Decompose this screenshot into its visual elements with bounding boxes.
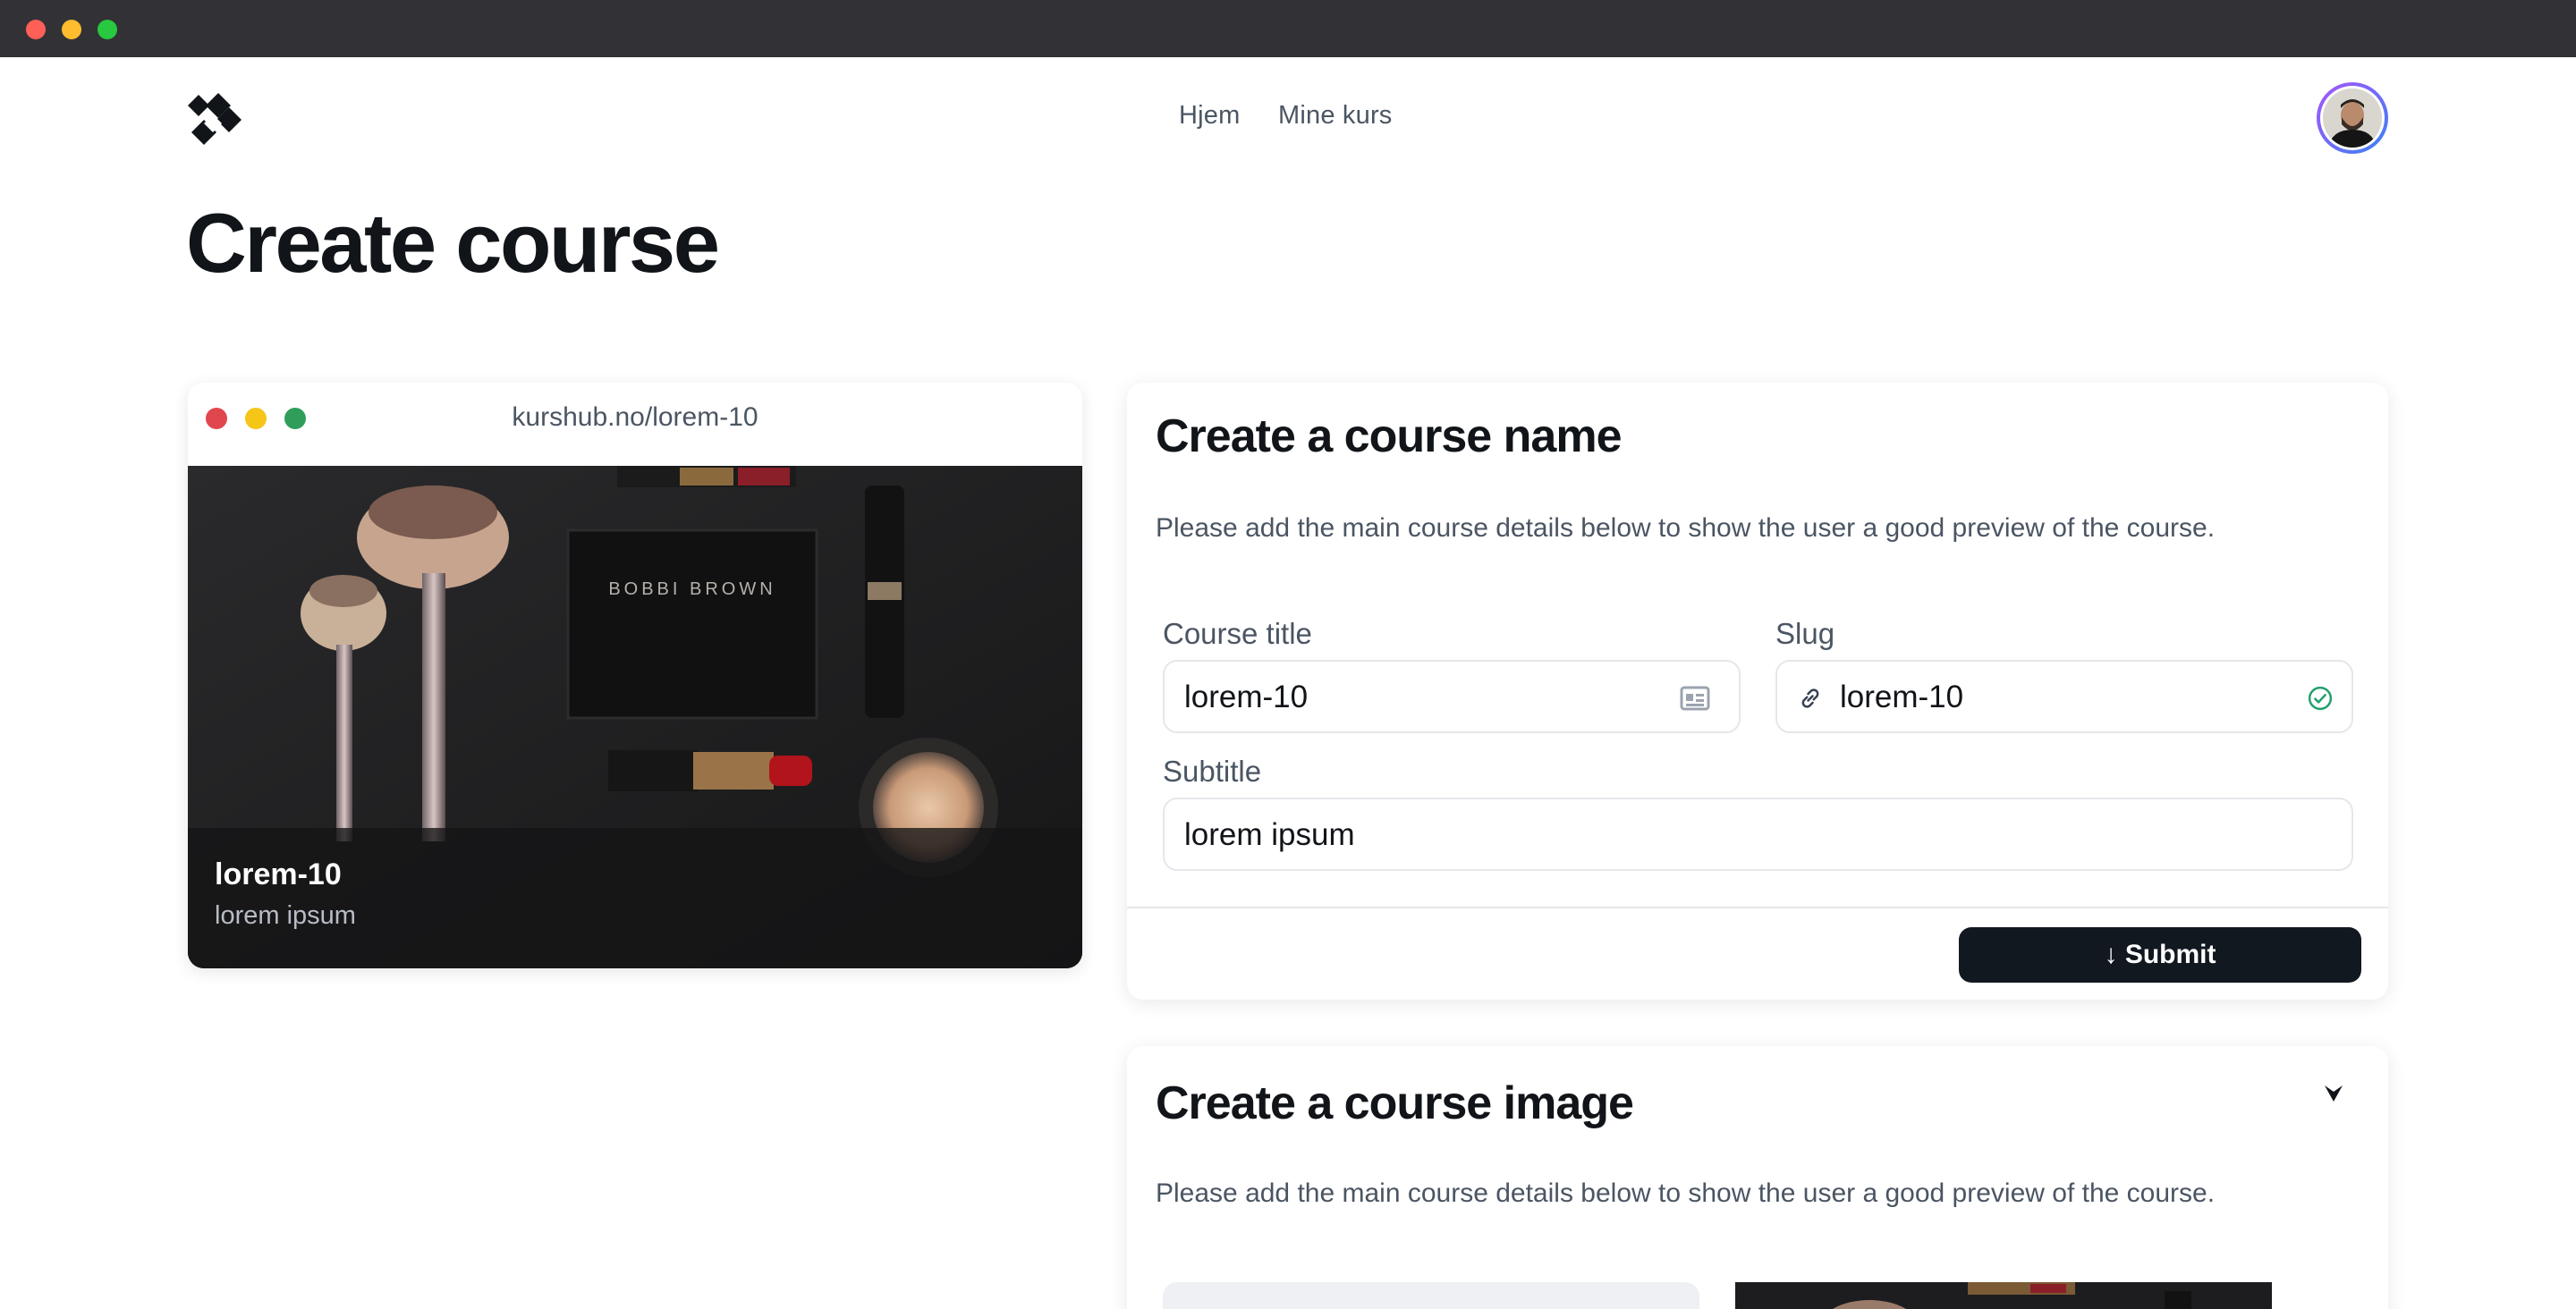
course-image-description: Please add the main course details below… — [1156, 1178, 2216, 1208]
nav-link-my-courses[interactable]: Mine kurs — [1278, 101, 1393, 131]
slug-input[interactable]: lorem-10 — [1775, 660, 2353, 733]
course-name-card: Create a course name Please add the main… — [1127, 383, 2388, 1000]
subtitle-input[interactable]: lorem ipsum — [1163, 798, 2353, 871]
check-circle-icon — [2308, 686, 2333, 711]
course-title-input[interactable]: lorem-10 — [1163, 660, 1741, 733]
avatar-photo — [2323, 89, 2382, 148]
subtitle-value: lorem ipsum — [1184, 817, 1355, 852]
card-footer-divider — [1127, 907, 2388, 908]
preview-title: lorem-10 — [215, 857, 342, 891]
slug-value: lorem-10 — [1840, 680, 1964, 714]
course-image-heading: Create a course image — [1156, 1077, 1634, 1129]
brand-logo-icon[interactable] — [186, 89, 247, 148]
preview-browser-bar: kurshub.no/lorem-10 — [188, 383, 1082, 466]
preview-url: kurshub.no/lorem-10 — [512, 402, 758, 432]
minimize-window-button[interactable] — [62, 20, 81, 39]
close-window-button[interactable] — [26, 20, 46, 39]
course-image-thumbnail — [1735, 1282, 2272, 1309]
submit-button[interactable]: ↓ Submit — [1959, 927, 2361, 983]
page-title: Create course — [186, 196, 720, 290]
course-name-description: Please add the main course details below… — [1156, 513, 2216, 543]
image-upload-area[interactable] — [1163, 1282, 1699, 1309]
course-title-label: Course title — [1163, 617, 1312, 650]
slug-label: Slug — [1775, 617, 1835, 650]
collapse-arrow-icon[interactable] — [2322, 1082, 2345, 1105]
course-image-card: Create a course image Please add the mai… — [1127, 1046, 2388, 1309]
svg-text:BOBBI BROWN: BOBBI BROWN — [608, 579, 775, 599]
preview-subtitle: lorem ipsum — [215, 901, 356, 930]
course-preview-card: kurshub.no/lorem-10 BOBBI BROWN lorem-10… — [188, 383, 1082, 968]
course-name-heading: Create a course name — [1156, 410, 1622, 462]
id-card-icon — [1680, 686, 1710, 711]
zoom-window-button[interactable] — [97, 20, 117, 39]
user-avatar[interactable] — [2317, 82, 2388, 154]
subtitle-label: Subtitle — [1163, 755, 1262, 788]
link-icon — [1801, 688, 1819, 708]
nav-link-home[interactable]: Hjem — [1179, 101, 1240, 131]
course-cover-image: BOBBI BROWN lorem-10 lorem ipsum — [188, 466, 1082, 968]
course-title-value: lorem-10 — [1184, 680, 1309, 714]
window-titlebar — [0, 0, 2576, 57]
preview-caption: lorem-10 lorem ipsum — [188, 828, 1082, 968]
